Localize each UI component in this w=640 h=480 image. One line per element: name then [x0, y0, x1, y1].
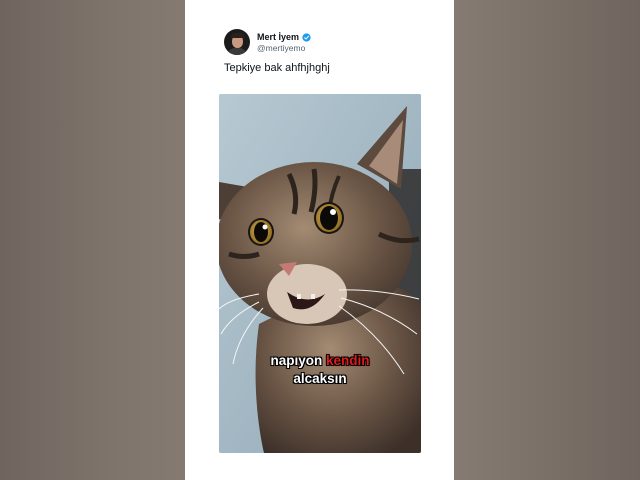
caption-word-napiyon: napıyon [270, 353, 323, 368]
author-row: Mert İyem [257, 31, 311, 43]
tweet-text: Tepkiye bak ahfhjhghj [224, 62, 330, 74]
avatar[interactable] [224, 29, 250, 55]
video-caption-line2: alcaksın [293, 371, 347, 386]
caption-word-highlight: kendin [326, 353, 370, 368]
cat-image [219, 94, 421, 453]
video-caption-line1: napıyon kendin [219, 352, 421, 370]
tweet-media[interactable]: napıyon kendin alcaksın [219, 94, 421, 453]
tweet-card: Mert İyem @mertiyemo Tepkiye bak ahfhjhg… [185, 0, 454, 480]
author-handle[interactable]: @mertiyemo [257, 43, 305, 53]
blurred-background-left [0, 0, 185, 480]
blurred-background-right [454, 0, 640, 480]
author-name[interactable]: Mert İyem [257, 32, 299, 42]
verified-badge-icon [302, 32, 311, 42]
